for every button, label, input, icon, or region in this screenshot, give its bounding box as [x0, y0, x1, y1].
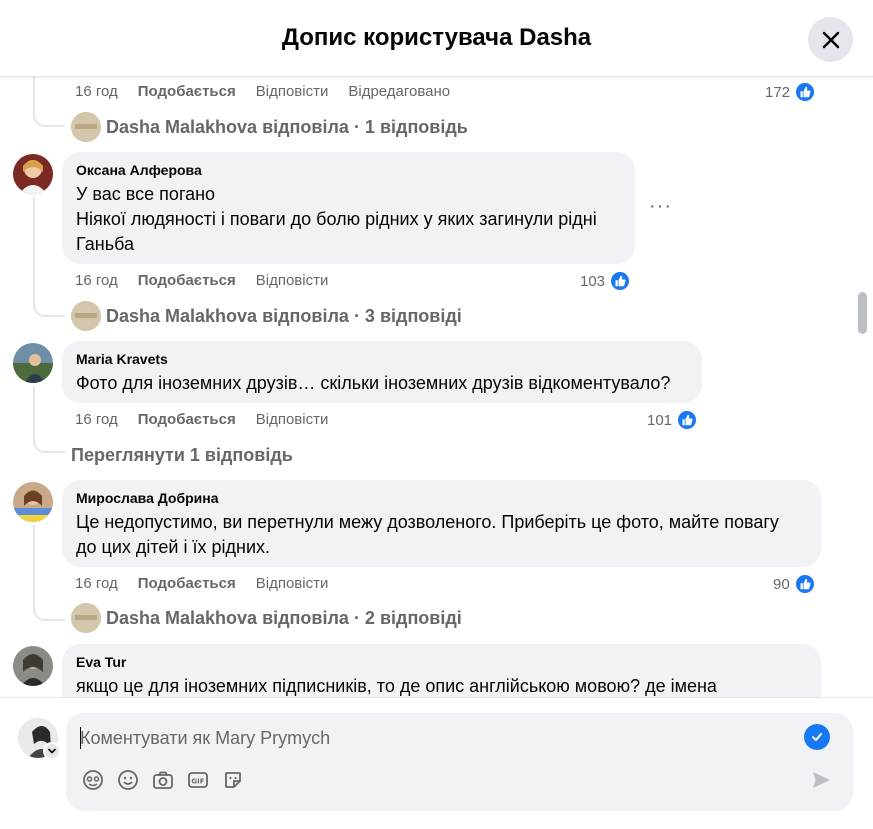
like-button[interactable]: Подобається — [138, 83, 236, 100]
reaction-count[interactable]: 103 — [580, 270, 632, 292]
reply-button[interactable]: Відповісти — [256, 411, 329, 428]
avatar[interactable] — [13, 482, 53, 522]
like-button[interactable]: Подобається — [138, 575, 236, 592]
comment-input[interactable] — [80, 725, 780, 751]
like-icon — [676, 409, 699, 431]
comment-time[interactable]: 16 год — [75, 272, 118, 289]
close-icon — [822, 31, 839, 48]
emoji-icon[interactable] — [117, 769, 139, 791]
like-button[interactable]: Подобається — [138, 411, 236, 428]
reaction-count-value: 172 — [765, 83, 791, 101]
comment-time[interactable]: 16 год — [75, 575, 118, 592]
reply-button[interactable]: Відповісти — [256, 83, 329, 100]
thread-connector — [33, 299, 65, 317]
reaction-count[interactable]: 90 — [773, 573, 816, 595]
comment-time[interactable]: 16 год — [75, 83, 118, 100]
comment-composer: GIF — [0, 697, 873, 829]
close-button[interactable] — [808, 17, 853, 62]
thread-connector — [33, 109, 65, 127]
comment-meta: 16 год Подобається Відповісти Відредагов… — [75, 83, 450, 100]
comment-bubble: Maria Kravets Фото для іноземних друзів…… — [62, 341, 702, 403]
reply-button[interactable]: Відповісти — [256, 272, 329, 289]
comment-author[interactable]: Оксана Алферова — [76, 162, 621, 178]
avatar[interactable] — [71, 603, 101, 633]
edited-label: Відредаговано — [348, 83, 451, 100]
gif-icon[interactable]: GIF — [187, 769, 209, 791]
sticker-icon[interactable] — [222, 769, 244, 791]
thread-line — [33, 386, 35, 442]
comment-text: У вас все погано Ніякої людяності і пова… — [76, 184, 597, 254]
reaction-count-value: 101 — [647, 411, 673, 429]
dialog-header: Допис користувача Dasha — [0, 0, 873, 77]
like-icon — [793, 573, 816, 595]
camera-icon[interactable] — [152, 769, 174, 791]
comment-bubble: Мирослава Добрина Це недопустимо, ви пер… — [62, 480, 821, 567]
comment-author[interactable]: Мирослава Добрина — [76, 490, 807, 506]
thread-connector — [33, 435, 65, 453]
avatar[interactable] — [13, 154, 53, 194]
avatar[interactable] — [13, 343, 53, 383]
header-top-edge — [0, 0, 873, 6]
avatar[interactable] — [71, 112, 101, 142]
avatar-sticker-icon[interactable] — [82, 769, 104, 791]
comment-text: Це недопустимо, ви перетнули межу дозвол… — [76, 512, 779, 557]
reply-button[interactable]: Відповісти — [256, 575, 329, 592]
dialog-title: Допис користувача Dasha — [281, 24, 592, 51]
chevron-down-icon[interactable] — [43, 742, 61, 760]
svg-text:GIF: GIF — [191, 778, 204, 786]
view-replies-link[interactable]: Dasha Malakhova відповіла · 3 відповіді — [106, 306, 462, 327]
reaction-count[interactable]: 172 — [765, 81, 817, 103]
thread-connector — [33, 603, 65, 621]
scrollbar-thumb[interactable] — [858, 292, 867, 334]
comment-author[interactable]: Maria Kravets — [76, 351, 688, 367]
check-icon[interactable] — [804, 724, 830, 750]
more-icon[interactable]: ··· — [649, 195, 672, 218]
like-icon — [609, 270, 632, 292]
thread-line — [33, 525, 35, 611]
comment-bubble: Eva Tur якщо це для іноземних підписникі… — [62, 644, 821, 697]
send-icon[interactable] — [810, 769, 834, 793]
comment-bubble: Оксана Алферова У вас все погано Ніякої … — [62, 152, 635, 264]
comment-meta: 16 год Подобається Відповісти — [75, 411, 328, 428]
comment-meta: 16 год Подобається Відповісти — [75, 272, 328, 289]
comment-input-box[interactable]: GIF — [66, 713, 853, 811]
comment-text: якщо це для іноземних підписників, то де… — [76, 676, 717, 696]
comment-author[interactable]: Eva Tur — [76, 654, 807, 670]
text-caret — [80, 727, 81, 749]
reaction-count[interactable]: 101 — [647, 409, 699, 431]
view-replies-link[interactable]: Переглянути 1 відповідь — [71, 445, 293, 466]
like-button[interactable]: Подобається — [138, 272, 236, 289]
comments-feed[interactable]: 16 год Подобається Відповісти Відредагов… — [0, 77, 873, 697]
comment-meta: 16 год Подобається Відповісти — [75, 575, 328, 592]
reaction-count-value: 103 — [580, 272, 606, 290]
view-replies-link[interactable]: Dasha Malakhova відповіла · 1 відповідь — [106, 117, 468, 138]
comment-text: Фото для іноземних друзів… скільки інозе… — [76, 373, 671, 393]
reaction-count-value: 90 — [773, 575, 790, 593]
avatar[interactable] — [71, 301, 101, 331]
comment-time[interactable]: 16 год — [75, 411, 118, 428]
view-replies-link[interactable]: Dasha Malakhova відповіла · 2 відповіді — [106, 608, 462, 629]
avatar[interactable] — [13, 646, 53, 686]
thread-line — [33, 197, 35, 302]
like-icon — [794, 81, 817, 103]
